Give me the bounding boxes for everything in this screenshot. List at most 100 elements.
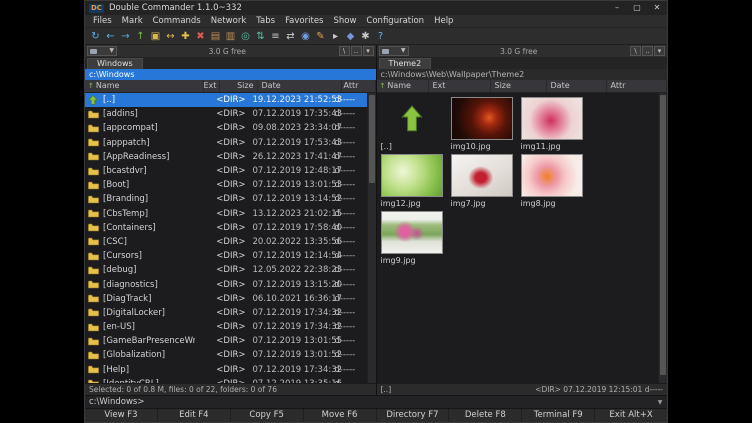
fkey-f7-button[interactable]: Directory F7: [376, 409, 449, 422]
left-path-bar[interactable]: c:\Windows: [85, 69, 376, 80]
file-row[interactable]: [diagnostics]<DIR>07.12.2019 13:15:20d--…: [85, 277, 367, 291]
menu-item-favorites[interactable]: Favorites: [280, 15, 328, 27]
column-header-name[interactable]: ↑Name: [377, 80, 429, 92]
file-row[interactable]: [en-US]<DIR>07.12.2019 17:34:32d-----: [85, 320, 367, 334]
file-row[interactable]: [..]<DIR>19.12.2023 21:52:53d-----: [85, 93, 367, 107]
file-row[interactable]: [CSC]<DIR>20.02.2022 13:35:56d-----: [85, 235, 367, 249]
maximize-button[interactable]: ▢: [627, 1, 647, 15]
menu-item-help[interactable]: Help: [429, 15, 458, 27]
file-row[interactable]: [Branding]<DIR>07.12.2019 13:14:52d-----: [85, 192, 367, 206]
tab-windows[interactable]: Windows: [87, 58, 143, 69]
fkey-f5-button[interactable]: Copy F5: [230, 409, 303, 422]
go-back-icon[interactable]: ←: [104, 30, 117, 43]
thumb-label: img11.jpg: [521, 142, 588, 151]
network-icon[interactable]: ◆: [344, 30, 357, 43]
delete-icon[interactable]: ✖: [194, 30, 207, 43]
column-header-attr[interactable]: Attr: [607, 80, 668, 92]
column-header-date[interactable]: Date: [258, 80, 342, 92]
drive-selector[interactable]: ▼: [87, 46, 117, 56]
thumb-item[interactable]: img11.jpg: [521, 97, 588, 151]
help-icon[interactable]: ?: [374, 30, 387, 43]
thumb-item[interactable]: img10.jpg: [451, 97, 518, 151]
fkey-alt-x-button[interactable]: Exit Alt+X: [594, 409, 667, 422]
file-row[interactable]: [Help]<DIR>07.12.2019 17:34:32d-----: [85, 363, 367, 377]
sync-dirs-icon[interactable]: ⇅: [254, 30, 267, 43]
file-row[interactable]: [GameBarPresenceWriter]<DIR>07.12.2019 1…: [85, 334, 367, 348]
menu-item-tabs[interactable]: Tabs: [251, 15, 280, 27]
menu-item-files[interactable]: Files: [88, 15, 117, 27]
fkey-f6-button[interactable]: Move F6: [303, 409, 376, 422]
right-path-bar[interactable]: c:\Windows\Web\Wallpaper\Theme2: [377, 69, 668, 80]
chevron-down-icon[interactable]: ▼: [655, 399, 665, 406]
file-row[interactable]: [DiagTrack]<DIR>06.10.2021 16:36:17d----…: [85, 292, 367, 306]
pack-icon[interactable]: ▤: [209, 30, 222, 43]
column-header-date[interactable]: Date: [547, 80, 607, 92]
history-dropdown-button[interactable]: ▾: [654, 46, 665, 56]
file-row[interactable]: [CbsTemp]<DIR>13.12.2023 21:02:15d-----: [85, 207, 367, 221]
thumb-item[interactable]: [..]: [381, 97, 448, 151]
column-header-ext[interactable]: Ext: [204, 80, 220, 92]
go-up-icon[interactable]: ↑: [134, 30, 147, 43]
refresh-icon[interactable]: ↻: [89, 30, 102, 43]
new-folder-icon[interactable]: ✚: [179, 30, 192, 43]
drive-selector[interactable]: ▼: [379, 46, 409, 56]
fkey-f8-button[interactable]: Delete F8: [448, 409, 521, 422]
right-scrollbar[interactable]: [658, 93, 667, 383]
edit-icon[interactable]: ✎: [314, 30, 327, 43]
file-row[interactable]: [DigitalLocker]<DIR>07.12.2019 17:34:32d…: [85, 306, 367, 320]
column-header-size[interactable]: Size: [491, 80, 547, 92]
scrollbar-thumb[interactable]: [660, 95, 666, 375]
fkey-f4-button[interactable]: Edit F4: [157, 409, 230, 422]
column-header-name[interactable]: ↑Name: [85, 80, 204, 92]
multi-rename-icon[interactable]: ≡: [269, 30, 282, 43]
thumb-item[interactable]: img12.jpg: [381, 154, 448, 208]
file-row[interactable]: [Containers]<DIR>07.12.2019 17:58:40d---…: [85, 221, 367, 235]
column-header-size[interactable]: Size: [220, 80, 258, 92]
file-row[interactable]: [bcastdvr]<DIR>07.12.2019 12:48:17d-----: [85, 164, 367, 178]
file-size: <DIR>: [211, 209, 249, 219]
minimize-button[interactable]: –: [607, 1, 627, 15]
unpack-icon[interactable]: ▥: [224, 30, 237, 43]
parent-dir-button[interactable]: ..: [642, 46, 653, 56]
fkey-f3-button[interactable]: View F3: [85, 409, 157, 422]
settings-icon[interactable]: ✱: [359, 30, 372, 43]
thumb-item[interactable]: img9.jpg: [381, 211, 448, 265]
thumb-item[interactable]: img7.jpg: [451, 154, 518, 208]
file-row[interactable]: [Boot]<DIR>07.12.2019 13:01:53d-----: [85, 178, 367, 192]
column-header-attr[interactable]: Attr: [342, 80, 376, 92]
menu-item-commands[interactable]: Commands: [148, 15, 206, 27]
thumb-item[interactable]: img8.jpg: [521, 154, 588, 208]
history-dropdown-button[interactable]: ▾: [363, 46, 374, 56]
search-icon[interactable]: ◎: [239, 30, 252, 43]
file-row[interactable]: [debug]<DIR>12.05.2022 22:38:23d-----: [85, 263, 367, 277]
terminal-icon[interactable]: ▸: [329, 30, 342, 43]
file-row[interactable]: [addins]<DIR>07.12.2019 17:35:43d-----: [85, 107, 367, 121]
tab-theme2[interactable]: Theme2: [379, 58, 432, 69]
file-size: <DIR>: [211, 194, 249, 204]
menu-item-mark[interactable]: Mark: [117, 15, 148, 27]
file-row[interactable]: [AppReadiness]<DIR>26.12.2023 17:41:47d-…: [85, 150, 367, 164]
menu-item-show[interactable]: Show: [328, 15, 361, 27]
command-input[interactable]: [144, 397, 655, 407]
parent-dir-button[interactable]: ..: [351, 46, 362, 56]
left-scrollbar[interactable]: [367, 93, 376, 383]
file-row[interactable]: [Cursors]<DIR>07.12.2019 12:14:54d-----: [85, 249, 367, 263]
root-dir-button[interactable]: \: [630, 46, 641, 56]
copy-icon[interactable]: ▣: [149, 30, 162, 43]
menu-item-configuration[interactable]: Configuration: [361, 15, 429, 27]
file-row[interactable]: [apppatch]<DIR>07.12.2019 17:53:43d-----: [85, 136, 367, 150]
compare-icon[interactable]: ⇄: [284, 30, 297, 43]
go-forward-icon[interactable]: →: [119, 30, 132, 43]
file-row[interactable]: [Globalization]<DIR>07.12.2019 13:01:52d…: [85, 348, 367, 362]
close-button[interactable]: ✕: [647, 1, 667, 15]
menu-item-network[interactable]: Network: [206, 15, 252, 27]
root-dir-button[interactable]: \: [339, 46, 350, 56]
title-bar[interactable]: DC Double Commander 1.1.0~332 –▢✕: [85, 1, 667, 15]
fkey-f9-button[interactable]: Terminal F9: [521, 409, 594, 422]
move-icon[interactable]: ↔: [164, 30, 177, 43]
view-icon[interactable]: ◉: [299, 30, 312, 43]
file-row[interactable]: [appcompat]<DIR>09.08.2023 23:34:07d----…: [85, 121, 367, 135]
column-header-ext[interactable]: Ext: [429, 80, 491, 92]
folder-icon: [88, 152, 100, 161]
scrollbar-thumb[interactable]: [369, 95, 375, 183]
